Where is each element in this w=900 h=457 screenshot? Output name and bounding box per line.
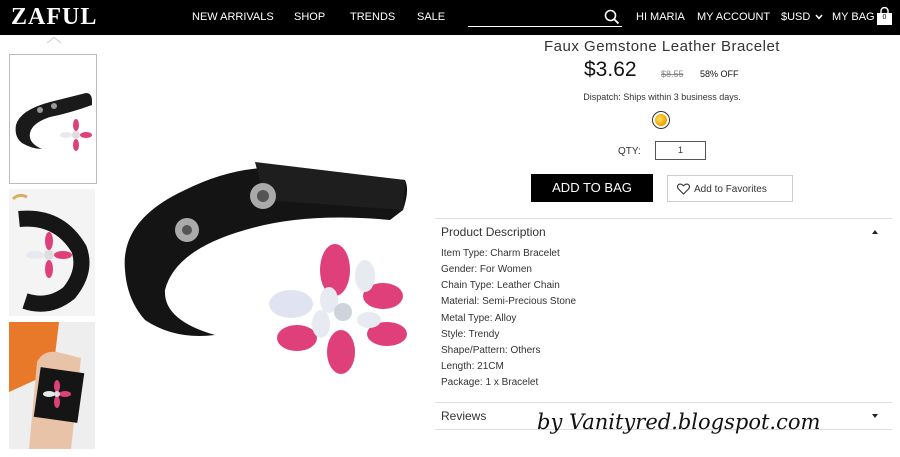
thumbnail-1[interactable]	[9, 54, 97, 184]
discount-badge: 58% OFF	[700, 69, 739, 79]
add-to-favorites-button[interactable]: Add to Favorites	[667, 175, 793, 202]
color-swatch-fill	[655, 114, 667, 126]
currency-label: $USD	[781, 11, 811, 23]
zaful-logo[interactable]: ZAFUL	[11, 4, 97, 31]
bag-count-badge: 0	[881, 14, 888, 22]
add-to-bag-button[interactable]: ADD TO BAG	[531, 174, 653, 202]
divider	[435, 218, 892, 219]
product-main-image	[124, 162, 408, 374]
spec-item: Material: Semi-Precious Stone	[441, 296, 577, 307]
greeting-link[interactable]: HI MARIA	[636, 11, 685, 23]
nav-sale[interactable]: SALE	[417, 11, 445, 23]
heart-icon	[677, 183, 690, 195]
add-to-favorites-label: Add to Favorites	[694, 184, 767, 195]
nav-shop[interactable]: SHOP	[294, 11, 325, 23]
chevron-up-icon[interactable]	[871, 229, 879, 235]
bracelet-thumbnail-image	[15, 93, 93, 151]
spec-item: Package: 1 x Bracelet	[441, 377, 539, 388]
chevron-up-icon[interactable]	[45, 36, 63, 44]
original-price: $8.55	[661, 69, 684, 79]
nav-trends[interactable]: TRENDS	[350, 11, 395, 23]
spec-item: Item Type: Charm Bracelet	[441, 248, 560, 259]
spec-item: Chain Type: Leather Chain	[441, 280, 560, 291]
color-swatch[interactable]	[652, 111, 670, 129]
search-icon[interactable]	[604, 9, 620, 25]
bracelet-on-wrist-thumbnail-image	[9, 322, 95, 449]
product-description-heading[interactable]: Product Description	[441, 225, 546, 239]
chevron-down-icon	[815, 14, 823, 20]
chevron-down-icon[interactable]	[871, 413, 879, 419]
nav-new-arrivals[interactable]: NEW ARRIVALS	[192, 11, 274, 23]
currency-selector[interactable]: $USD	[781, 11, 823, 23]
blog-watermark: by Vanityred.blogspot.com	[537, 410, 821, 434]
spec-item: Style: Trendy	[441, 329, 500, 340]
my-account-link[interactable]: MY ACCOUNT	[697, 11, 770, 23]
qty-label: QTY:	[618, 146, 641, 157]
dispatch-info: Dispatch: Ships within 3 business days.	[583, 92, 741, 102]
quantity-input[interactable]: 1	[655, 141, 706, 160]
my-bag-link[interactable]: MY BAG	[832, 11, 875, 23]
spec-item: Length: 21CM	[441, 361, 504, 372]
product-price: $3.62	[584, 58, 637, 81]
thumbnail-2[interactable]	[9, 189, 95, 316]
spec-item: Shape/Pattern: Others	[441, 345, 541, 356]
spec-item: Metal Type: Alloy	[441, 313, 517, 324]
spec-item: Gender: For Women	[441, 264, 532, 275]
reviews-heading[interactable]: Reviews	[441, 409, 486, 423]
divider	[435, 402, 892, 403]
product-title: Faux Gemstone Leather Bracelet	[544, 38, 780, 55]
thumbnail-3[interactable]	[9, 322, 95, 449]
bracelet-thumbnail-image	[9, 189, 95, 316]
search-input[interactable]	[468, 9, 622, 27]
